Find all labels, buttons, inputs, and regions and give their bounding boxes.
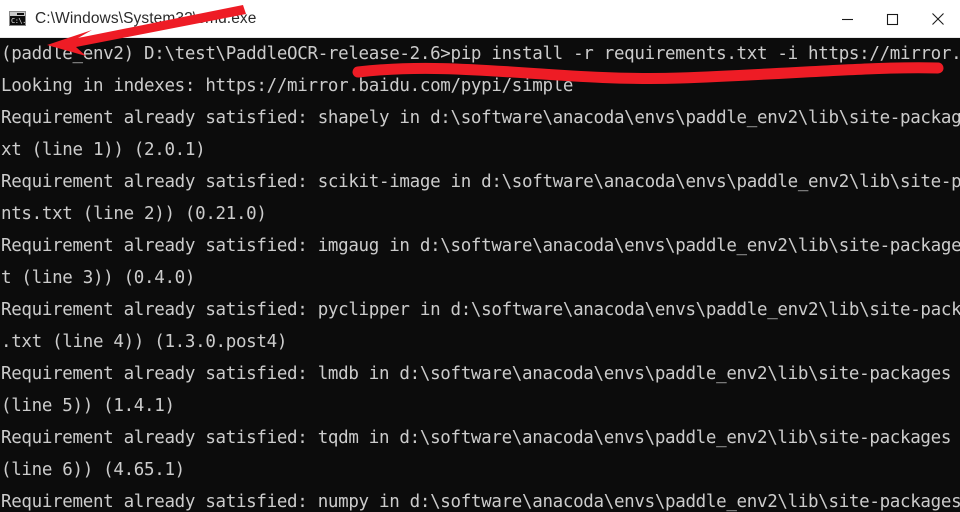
console-line: Requirement already satisfied: imgaug in… — [1, 236, 960, 256]
console-line: xt (line 1)) (2.0.1) — [1, 140, 206, 160]
window-controls — [825, 0, 960, 38]
console-line: Requirement already satisfied: lmdb in d… — [1, 364, 952, 384]
console-line: Looking in indexes: https://mirror.baidu… — [1, 76, 574, 96]
window-titlebar: C:\. C:\Windows\System32\cmd.exe — [0, 0, 960, 38]
console-line: Requirement already satisfied: tqdm in d… — [1, 428, 952, 448]
console-output[interactable]: (paddle_env2) D:\test\PaddleOCR-release-… — [0, 38, 960, 512]
console-line: (line 6)) (4.65.1) — [1, 460, 185, 480]
console-line: Requirement already satisfied: scikit-im… — [1, 172, 960, 192]
console-line: Requirement already satisfied: numpy in … — [1, 492, 960, 512]
minimize-icon — [842, 18, 853, 20]
console-line: .txt (line 4)) (1.3.0.post4) — [1, 332, 288, 352]
console-line: t (line 3)) (0.4.0) — [1, 268, 196, 288]
cmd-console-icon: C:\. — [9, 11, 26, 26]
console-line: Requirement already satisfied: shapely i… — [1, 108, 960, 128]
maximize-button[interactable] — [870, 0, 915, 38]
minimize-button[interactable] — [825, 0, 870, 38]
window-title: C:\Windows\System32\cmd.exe — [35, 9, 257, 27]
console-line: Requirement already satisfied: pyclipper… — [1, 300, 960, 320]
close-button[interactable] — [915, 0, 960, 38]
console-line: (paddle_env2) D:\test\PaddleOCR-release-… — [1, 44, 960, 64]
cmd-window: C:\. C:\Windows\System32\cmd.exe (paddle… — [0, 0, 960, 512]
close-icon — [931, 13, 944, 25]
console-line: nts.txt (line 2)) (0.21.0) — [1, 204, 267, 224]
icon-prompt-glyph: C:\. — [11, 17, 26, 25]
console-line: (line 5)) (1.4.1) — [1, 396, 175, 416]
maximize-icon — [886, 13, 899, 25]
